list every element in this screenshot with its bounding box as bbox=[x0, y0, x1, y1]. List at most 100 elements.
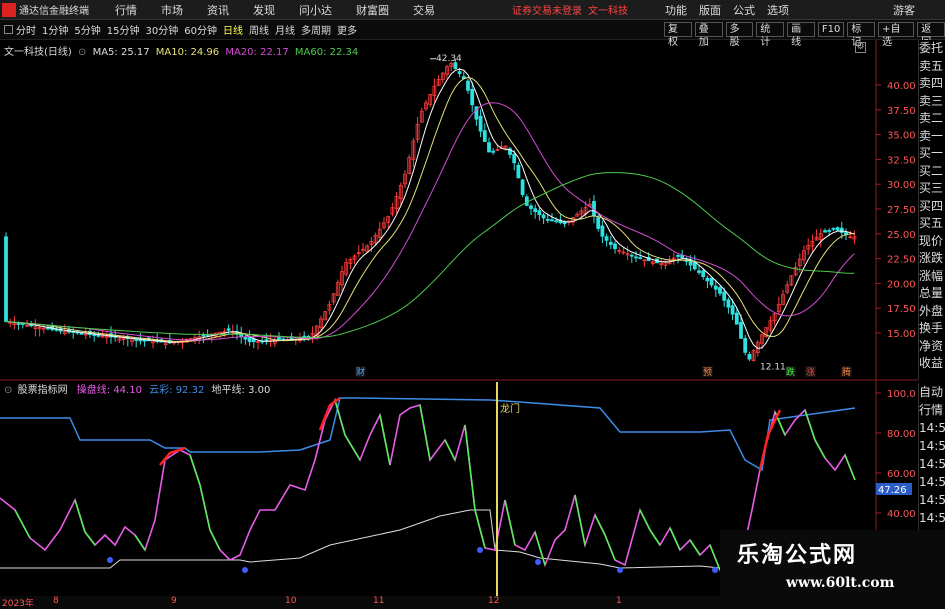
quote-panel-item[interactable]: 卖一 bbox=[919, 128, 945, 146]
bottom-signal-dot bbox=[617, 567, 623, 573]
indicator-toggle-icon[interactable]: ⊙ bbox=[4, 385, 12, 396]
quote-panel-item[interactable]: 卖四 bbox=[919, 75, 945, 93]
candle-body bbox=[247, 337, 252, 343]
toolbar-button[interactable]: F10 bbox=[817, 22, 845, 37]
ma10-value: MA10: 24.96 bbox=[155, 47, 220, 58]
tick-panel-item[interactable]: 自动 bbox=[919, 383, 945, 401]
trade-login-notice[interactable]: 证券交易未登录 bbox=[512, 2, 582, 17]
quote-panel-item[interactable]: 委托 bbox=[919, 40, 945, 58]
ma60-line bbox=[5, 172, 855, 339]
quote-panel-item[interactable]: 净资 bbox=[919, 338, 945, 356]
candle-body bbox=[541, 214, 546, 219]
quote-panel-item[interactable]: 卖三 bbox=[919, 93, 945, 111]
tick-panel-item[interactable]: 14:50 bbox=[919, 491, 945, 509]
period-tab[interactable]: 5分钟 bbox=[74, 22, 100, 37]
tick-panel-item[interactable]: 14:50 bbox=[919, 419, 945, 437]
menu-item-market[interactable]: 市场 bbox=[161, 2, 183, 18]
quote-panel-item[interactable]: 外盘 bbox=[919, 303, 945, 321]
quote-panel-item[interactable]: 涨幅 bbox=[919, 268, 945, 286]
period-tab[interactable]: 30分钟 bbox=[145, 22, 178, 37]
guest-label[interactable]: 游客 bbox=[893, 2, 915, 18]
quote-panel-item[interactable]: 卖五 bbox=[919, 58, 945, 76]
date-tick-label: 11 bbox=[373, 596, 385, 606]
candle-body bbox=[524, 196, 529, 206]
oscillator-down-segment bbox=[189, 454, 201, 486]
menu-item-layout[interactable]: 版面 bbox=[699, 2, 721, 18]
oscillator-down-segment bbox=[444, 439, 456, 461]
quote-panel-item[interactable]: 买四 bbox=[919, 198, 945, 216]
quote-panel-item[interactable]: 买三 bbox=[919, 180, 945, 198]
menu-item-wealth[interactable]: 财富圈 bbox=[356, 2, 389, 18]
quote-panel-item[interactable]: 总量 bbox=[919, 285, 945, 303]
toolbar-button[interactable]: 画线 bbox=[787, 22, 815, 48]
toolbar-button[interactable]: 标记 bbox=[847, 22, 876, 48]
oscillator-down-segment bbox=[594, 514, 606, 536]
quote-panel-item[interactable]: 买二 bbox=[919, 163, 945, 181]
period-tab[interactable]: 1分钟 bbox=[42, 22, 68, 37]
menu-item-discover[interactable]: 发现 bbox=[253, 2, 275, 18]
candle-body bbox=[466, 80, 470, 91]
menu-item-trade[interactable]: 交易 bbox=[413, 2, 435, 18]
oscillator-peak-segment bbox=[318, 396, 341, 431]
toolbar-button[interactable]: 统计 bbox=[756, 22, 785, 48]
quote-panel-item[interactable]: 现价 bbox=[919, 233, 945, 251]
toolbar-button[interactable]: +自选 bbox=[878, 22, 915, 48]
candle-body bbox=[638, 257, 643, 260]
tick-panel-item[interactable]: 行情 bbox=[919, 401, 945, 419]
menu-item-functions[interactable]: 功能 bbox=[665, 2, 687, 18]
period-tab[interactable]: 15分钟 bbox=[107, 22, 140, 37]
candle-body bbox=[705, 277, 710, 282]
period-tab[interactable]: 更多 bbox=[337, 22, 357, 37]
quote-panel-item[interactable]: 收益 bbox=[919, 355, 945, 373]
event-label: 腾 bbox=[842, 366, 851, 378]
tick-panel-item[interactable]: 14:50 bbox=[919, 455, 945, 473]
period-tab[interactable]: 60分钟 bbox=[184, 22, 217, 37]
oscillator-down-segment bbox=[419, 404, 431, 461]
toolbar-button[interactable]: 多股 bbox=[725, 22, 754, 48]
indicator-line3: 地平线: 3.00 bbox=[211, 385, 271, 396]
quote-panel-item[interactable]: 涨跌 bbox=[919, 250, 945, 268]
info-toggle-icon[interactable]: ⊙ bbox=[78, 47, 86, 58]
oscillator-down-segment bbox=[209, 529, 221, 551]
candle-body bbox=[457, 71, 462, 75]
period-tab[interactable]: 多周期 bbox=[301, 22, 331, 37]
chart-settings-icon[interactable]: ⚙ bbox=[855, 42, 866, 53]
period-tab[interactable]: 月线 bbox=[275, 22, 295, 37]
main-chart-info: 文一科技(日线) ⊙ MA5: 25.17 MA10: 24.96 MA20: … bbox=[4, 43, 358, 58]
price-axis-label: 40.00 bbox=[887, 81, 916, 92]
candle-body bbox=[487, 142, 491, 153]
quote-panel-item[interactable]: 换手 bbox=[919, 320, 945, 338]
menu-item-options[interactable]: 选项 bbox=[767, 2, 789, 18]
quote-panel-item[interactable]: 买五 bbox=[919, 215, 945, 233]
toolbar-toggle[interactable] bbox=[4, 25, 13, 34]
bottom-signal-dot bbox=[242, 567, 248, 573]
candle-body bbox=[537, 210, 542, 216]
event-label: 涨 bbox=[806, 367, 815, 378]
watermark-url: www.60lt.com bbox=[786, 575, 895, 591]
oscillator-down-segment bbox=[84, 531, 96, 546]
tick-panel-item[interactable]: 14:50 bbox=[919, 509, 945, 527]
high-price-label: 42.34 bbox=[436, 54, 462, 64]
quote-panel-item[interactable]: 买一 bbox=[919, 145, 945, 163]
toolbar-button[interactable]: 复权 bbox=[664, 22, 692, 48]
period-tab[interactable]: 周线 bbox=[249, 22, 269, 37]
tick-panel-item[interactable]: 14:50 bbox=[919, 473, 945, 491]
menu-item-ask[interactable]: 问小达 bbox=[299, 2, 332, 18]
period-tab[interactable]: 日线 bbox=[223, 22, 243, 37]
stock-chart[interactable]: 40.00 37.50 35.00 32.50 30.00 27.50 25.00 22.50… bbox=[0, 40, 918, 596]
price-axis-label: 17.50 bbox=[887, 304, 916, 315]
quote-panel-item[interactable]: 卖二 bbox=[919, 110, 945, 128]
tick-panel-item[interactable]: 14:50 bbox=[919, 437, 945, 455]
toolbar-button[interactable]: 返回 bbox=[917, 22, 945, 48]
menu-item-formula[interactable]: 公式 bbox=[733, 2, 755, 18]
candle-body bbox=[634, 256, 638, 259]
candle-body bbox=[520, 179, 525, 195]
candle-body bbox=[608, 241, 613, 245]
indicator-axis-label: 100.0 bbox=[887, 389, 916, 400]
toolbar-button[interactable]: 叠加 bbox=[694, 22, 723, 48]
period-tab[interactable]: 分时 bbox=[16, 22, 36, 37]
menu-item-quotes[interactable]: 行情 bbox=[115, 2, 137, 18]
candle-body bbox=[730, 305, 735, 315]
menu-item-news[interactable]: 资讯 bbox=[207, 2, 229, 18]
candle-body bbox=[600, 225, 605, 237]
